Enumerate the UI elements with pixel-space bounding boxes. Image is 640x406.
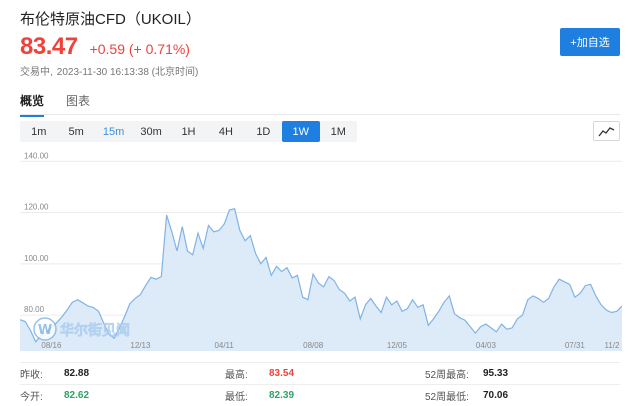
period-1w[interactable]: 1W [282, 121, 320, 142]
stat-prev-close: 昨收: 82.88 [20, 366, 225, 381]
stat-value: 82.39 [269, 390, 295, 401]
stats-table: 昨收: 82.88 最高: 83.54 52周最高: 95.33 今开: 82.… [20, 362, 620, 406]
status-label: 交易中, [20, 67, 53, 78]
stat-value: 83.54 [269, 368, 295, 379]
y-tick-label: 140.00 [24, 151, 49, 160]
last-price: 83.47 [20, 33, 78, 60]
stat-label: 最低: [225, 392, 248, 403]
price-change: +0.59 (+ 0.71%) [89, 41, 190, 57]
price-chart[interactable]: 140.00 120.00 100.00 80.00 08/16 12/13 04/11 0… [20, 151, 622, 351]
stat-label: 昨收: [20, 370, 43, 381]
stats-row-1: 昨收: 82.88 最高: 83.54 52周最高: 95.33 [20, 362, 620, 384]
instrument-title: 布伦特原油CFD（UKOIL） [20, 11, 201, 28]
x-tick-label: 07/31 [565, 341, 586, 350]
period-4h[interactable]: 4H [207, 121, 244, 142]
watermark-text: 华尔街见闻 [60, 322, 130, 339]
chart-type-button[interactable] [593, 121, 620, 141]
trading-status: 交易中, 2023-11-30 16:13:38 (北京时间) [20, 63, 198, 78]
stat-value: 70.06 [483, 390, 509, 401]
period-30m[interactable]: 30m [132, 121, 169, 142]
add-to-watchlist-button[interactable]: +加自选 [560, 28, 620, 56]
stat-value: 95.33 [483, 368, 509, 379]
stat-label: 今开: [20, 392, 43, 403]
y-tick-label: 100.00 [24, 254, 49, 263]
svg-text:W: W [38, 323, 52, 338]
stat-open: 今开: 82.62 [20, 388, 225, 403]
x-tick-label: 08/16 [41, 341, 62, 350]
period-1h[interactable]: 1H [170, 121, 207, 142]
stat-value: 82.88 [64, 368, 90, 379]
stat-value: 82.62 [64, 390, 90, 401]
period-15m[interactable]: 15m [95, 121, 132, 142]
period-1m[interactable]: 1m [20, 121, 57, 142]
y-tick-label: 80.00 [24, 305, 45, 314]
x-tick-label: 04/03 [476, 341, 497, 350]
period-1mo[interactable]: 1M [320, 121, 357, 142]
period-1d[interactable]: 1D [245, 121, 282, 142]
stats-row-2: 今开: 82.62 最低: 82.39 52周最低: 70.06 [20, 384, 620, 406]
stat-52w-high: 52周最高: 95.33 [425, 366, 620, 381]
line-chart-icon [598, 126, 615, 136]
period-5m[interactable]: 5m [57, 121, 94, 142]
tabs-divider [20, 114, 620, 115]
stat-low: 最低: 82.39 [225, 388, 425, 403]
stat-label: 52周最高: [425, 370, 469, 381]
stat-high: 最高: 83.54 [225, 366, 425, 381]
x-tick-label: 12/05 [387, 341, 408, 350]
x-tick-label: 04/11 [214, 341, 234, 350]
timestamp: 2023-11-30 16:13:38 (北京时间) [56, 67, 199, 78]
x-tick-label: 12/13 [130, 341, 151, 350]
period-selector: 1m 5m 15m 30m 1H 4H 1D 1W 1M [20, 121, 357, 142]
y-tick-label: 120.00 [24, 203, 49, 212]
stat-label: 52周最低: [425, 392, 469, 403]
price-row: 83.47 +0.59 (+ 0.71%) [20, 33, 190, 63]
stat-label: 最高: [225, 370, 248, 381]
x-tick-label: 11/2 [605, 341, 621, 350]
stat-52w-low: 52周最低: 70.06 [425, 388, 620, 403]
x-tick-label: 08/08 [303, 341, 324, 350]
